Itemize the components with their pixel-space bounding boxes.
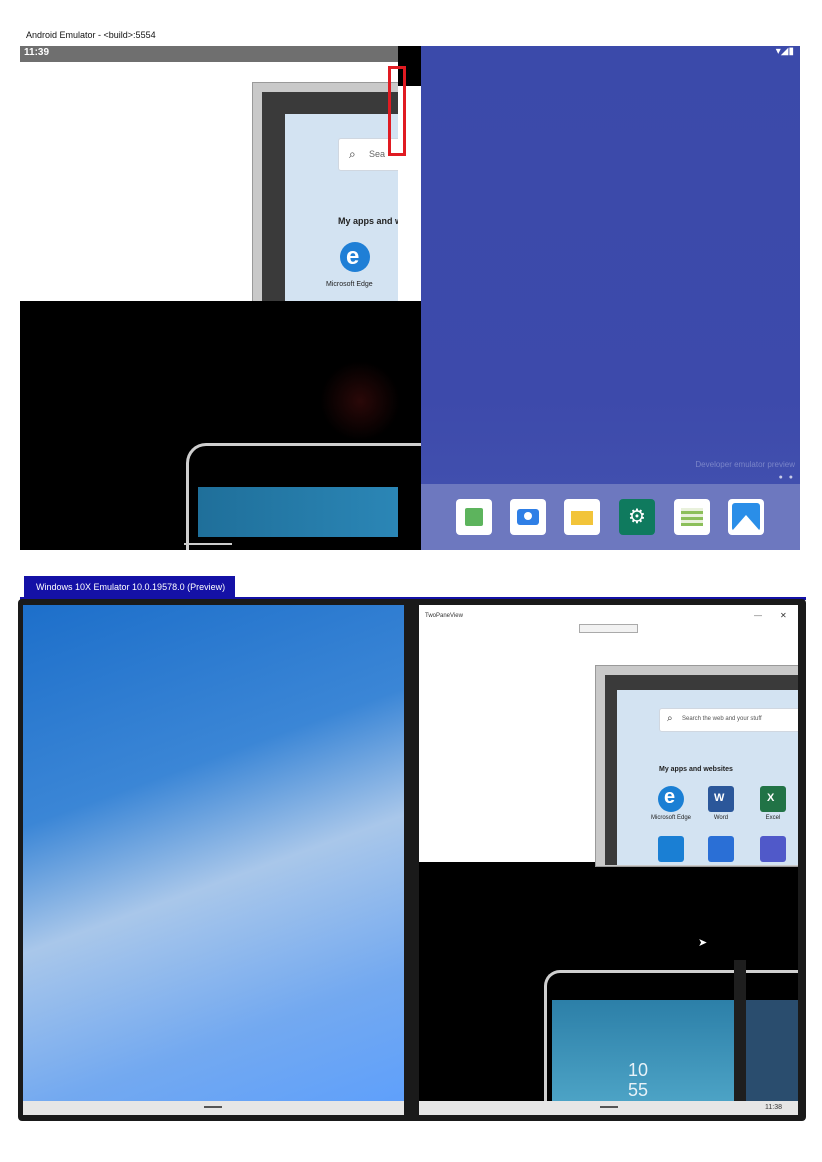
search-icon: ⌕ [667,713,673,724]
android-left-pane: ⌕ Sea My apps and w e Microsoft Edge [20,62,398,301]
android-home-screen: ▾◢▮ Developer emulator preview ● ● [421,46,800,550]
device-screen: 10 55 [552,1000,738,1110]
edge-icon[interactable]: e [658,786,684,812]
photos-app-icon[interactable] [728,499,764,535]
word-label: Word [713,815,729,821]
calendar-icon[interactable] [708,836,734,862]
device-screen [198,487,398,537]
edge-icon[interactable]: e [340,242,370,272]
apps-section-title: My apps and w [338,216,398,226]
nav-handle[interactable] [184,543,232,545]
edge-label: Microsoft Edge [326,281,373,288]
close-button[interactable]: ✕ [780,611,787,620]
device-second-screen [746,1000,798,1110]
developer-preview-label: Developer emulator preview [695,460,795,469]
search-box[interactable]: ⌕ Search the web and your stuff [659,708,798,732]
mouse-cursor-icon: ➤ [698,937,708,949]
left-screen-wallpaper [23,605,404,1101]
highlight-box [388,66,406,156]
android-dock: ⚙ [421,484,800,550]
spreadsheet-app-icon[interactable] [674,499,710,535]
twopaneview-window: TwoPaneView — ✕ ⌕ Search the web and you… [419,605,798,867]
camera-app-icon[interactable] [510,499,546,535]
lock-minute: 55 [628,1080,649,1100]
left-taskbar [23,1101,404,1115]
settings-app-icon[interactable]: ⚙ [619,499,655,535]
email-app-icon[interactable] [564,499,600,535]
right-taskbar: 11:38 [419,1101,798,1115]
excel-label: Excel [765,815,781,821]
minimize-button[interactable]: — [754,611,762,620]
word-icon[interactable]: W [708,786,734,812]
apps-section-title: My apps and websites [659,766,733,773]
taskbar-time: 11:38 [765,1104,782,1111]
right-screen: TwoPaneView — ✕ ⌕ Search the web and you… [419,605,798,1115]
right-gesture-handle[interactable] [600,1106,618,1108]
status-time: 11:39 [24,47,50,58]
teams-icon[interactable] [760,836,786,862]
android-status-bar: 11:39 [20,46,398,62]
app-title: TwoPaneView [425,613,463,619]
emulator-tab[interactable]: Windows 10X Emulator 10.0.19578.0 (Previ… [24,576,235,598]
drag-handle[interactable] [579,624,638,633]
search-icon: ⌕ [349,147,356,161]
edge-label: Microsoft Edge [650,815,692,821]
lock-hour: 10 [628,1060,649,1080]
page-indicator: ● ● [778,474,795,481]
contacts-app-icon[interactable] [456,499,492,535]
excel-icon[interactable]: X [760,786,786,812]
search-placeholder: Search the web and your stuff [682,716,762,722]
left-gesture-handle[interactable] [204,1106,222,1108]
mail-icon[interactable] [658,836,684,862]
emulator-tab-title: Windows 10X Emulator 10.0.19578.0 (Previ… [36,582,226,592]
android-left-bottom [20,301,421,550]
signal-battery-icon: ▾◢▮ [775,46,794,57]
search-placeholder: Sea [369,149,386,159]
device-hinge [734,960,746,1115]
android-window-title: Android Emulator - <build>:5554 [26,30,156,40]
